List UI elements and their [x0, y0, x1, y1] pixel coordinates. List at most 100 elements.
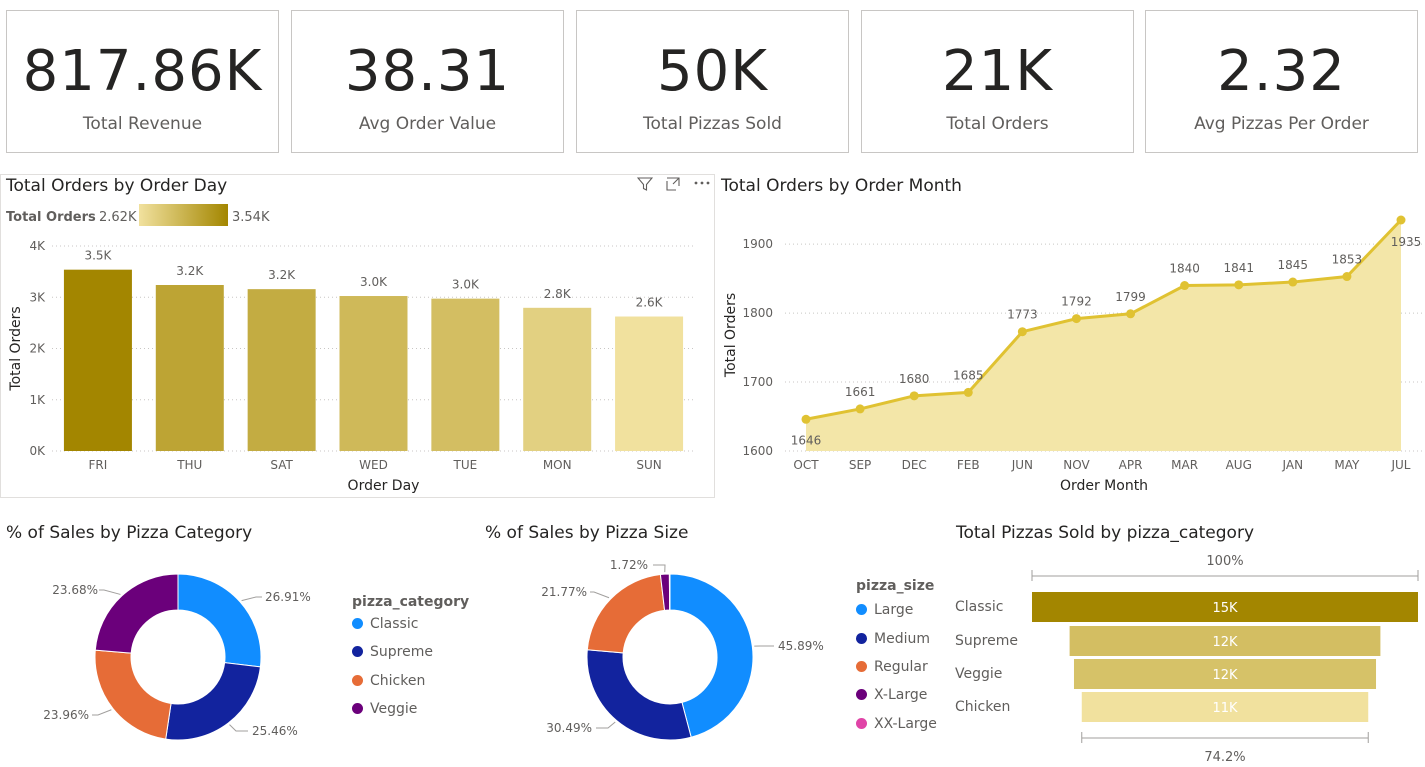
legend-item-classic[interactable]: Classic — [352, 616, 418, 632]
y-tick-label: 3K — [29, 290, 46, 304]
category-legend-title: pizza_category — [352, 594, 470, 610]
area-fill — [806, 220, 1401, 451]
kpi-card-total-orders[interactable]: 21K Total Orders — [861, 10, 1134, 153]
focus-mode-icon[interactable] — [665, 176, 681, 196]
x-tick-label: FEB — [957, 458, 980, 472]
color-legend-gradient — [139, 204, 228, 226]
legend-dot — [856, 718, 867, 729]
x-tick-label: WED — [359, 458, 388, 472]
x-axis-title: Order Month — [1060, 478, 1148, 494]
legend-dot — [856, 661, 867, 672]
more-options-icon[interactable] — [693, 174, 711, 194]
data-point — [801, 414, 811, 424]
data-point — [1288, 277, 1298, 287]
leader-line — [653, 564, 666, 573]
point-data-label: 1680 — [899, 372, 930, 386]
legend-item-large[interactable]: Large — [856, 602, 913, 618]
funnel-data-label: 11K — [1212, 701, 1238, 716]
point-data-label: 1792 — [1061, 295, 1092, 309]
legend-label: Chicken — [370, 673, 426, 689]
bar-wed — [339, 296, 408, 451]
x-tick-label: DEC — [902, 458, 927, 472]
x-tick-label: JUN — [1011, 458, 1033, 472]
point-data-label: 1661 — [845, 385, 876, 399]
data-point — [1017, 327, 1027, 337]
legend-item-supreme[interactable]: Supreme — [352, 644, 433, 660]
x-tick-label: APR — [1119, 458, 1143, 472]
kpi-label: Avg Pizzas Per Order — [1194, 114, 1369, 134]
legend-dot — [352, 703, 363, 714]
color-legend-title: Total Orders — [6, 210, 96, 225]
slice-classic — [177, 573, 262, 668]
data-point — [1234, 280, 1244, 290]
legend-label: Veggie — [370, 701, 418, 717]
x-tick-label: TUE — [453, 458, 478, 472]
bar-thu — [155, 285, 224, 451]
data-point — [1396, 215, 1406, 225]
kpi-card-total-revenue[interactable]: 817.86K Total Revenue — [6, 10, 279, 153]
slice-data-label: 45.89% — [778, 639, 824, 653]
slice-data-label: 25.46% — [252, 724, 298, 738]
kpi-card-total-pizzas-sold[interactable]: 50K Total Pizzas Sold — [576, 10, 849, 153]
point-data-label: 1685 — [953, 368, 984, 382]
x-tick-label: AUG — [1226, 458, 1252, 472]
sales-by-size-chart: 45.89% 30.49% 21.77% 1.72% — [541, 558, 824, 741]
pizzas-by-category-chart: 100% 15K Classic 12K Supreme 12K Veggie 11K Chic… — [955, 554, 1419, 765]
data-point — [1342, 272, 1352, 282]
slice-data-label: 30.49% — [546, 721, 592, 735]
slice-data-label: 1.72% — [610, 558, 648, 572]
leader-line — [590, 591, 610, 599]
leader-line — [229, 724, 248, 732]
point-data-label: 1845 — [1278, 258, 1309, 272]
data-point — [1126, 309, 1136, 319]
legend-label: Regular — [874, 659, 928, 675]
orders-by-month-chart: 1600 1700 1800 1900 1646 OCT 1661 SEP 1680 DEC 168… — [723, 215, 1423, 494]
filter-icon[interactable] — [636, 176, 654, 196]
y-tick-label: 0K — [29, 444, 46, 458]
bar-data-label: 3.0K — [360, 275, 388, 289]
y-axis-title: Total Orders — [723, 293, 739, 378]
data-point — [909, 391, 919, 401]
leader-line — [241, 596, 262, 602]
legend-label: Classic — [370, 616, 419, 632]
slice-regular — [586, 573, 666, 654]
kpi-value: 2.32 — [1217, 39, 1346, 104]
legend-item-regular[interactable]: Regular — [856, 659, 928, 675]
x-tick-label: NOV — [1063, 458, 1090, 472]
bar-data-label: 3.0K — [452, 278, 480, 292]
legend-label: X-Large — [874, 687, 928, 703]
kpi-card-avg-order-value[interactable]: 38.31 Avg Order Value — [291, 10, 564, 153]
point-data-label: 1799 — [1115, 290, 1146, 304]
y-tick-label: 1600 — [742, 444, 773, 458]
funnel-bottom-label: 74.2% — [1204, 750, 1245, 765]
legend-item-xx-large[interactable]: XX-Large — [856, 716, 937, 732]
data-point — [1180, 281, 1190, 291]
x-tick-label: JAN — [1282, 458, 1304, 472]
legend-item-x-large[interactable]: X-Large — [856, 687, 927, 703]
kpi-value: 21K — [942, 39, 1053, 104]
x-tick-label: FRI — [89, 458, 108, 472]
y-axis-title: Total Orders — [8, 306, 24, 391]
color-legend-max: 3.54K — [232, 210, 270, 225]
y-tick-label: 1800 — [742, 306, 773, 320]
y-tick-label: 2K — [29, 342, 46, 356]
funnel-category-label: Veggie — [955, 666, 1002, 682]
bar-data-label: 3.2K — [268, 268, 296, 282]
data-point — [1071, 314, 1081, 324]
x-tick-label: MON — [543, 458, 572, 472]
leader-line — [99, 589, 121, 595]
bar-data-label: 3.5K — [84, 249, 112, 263]
legend-label: XX-Large — [874, 716, 937, 732]
kpi-label: Total Pizzas Sold — [643, 114, 782, 134]
orders-by-day-chart: Total Orders 2.62K 3.54K0K1K2K3K4K3.5KFRI3… — [6, 204, 695, 494]
legend-item-chicken[interactable]: Chicken — [352, 673, 425, 689]
x-tick-label: SAT — [270, 458, 293, 472]
legend-dot — [352, 618, 363, 629]
legend-dot — [352, 646, 363, 657]
kpi-card-avg-pizzas-per-order[interactable]: 2.32 Avg Pizzas Per Order — [1145, 10, 1418, 153]
leader-line — [596, 721, 616, 729]
legend-item-medium[interactable]: Medium — [856, 631, 930, 647]
slice-data-label: 26.91% — [265, 590, 311, 604]
bar-sun — [615, 316, 684, 451]
legend-item-veggie[interactable]: Veggie — [352, 701, 417, 717]
